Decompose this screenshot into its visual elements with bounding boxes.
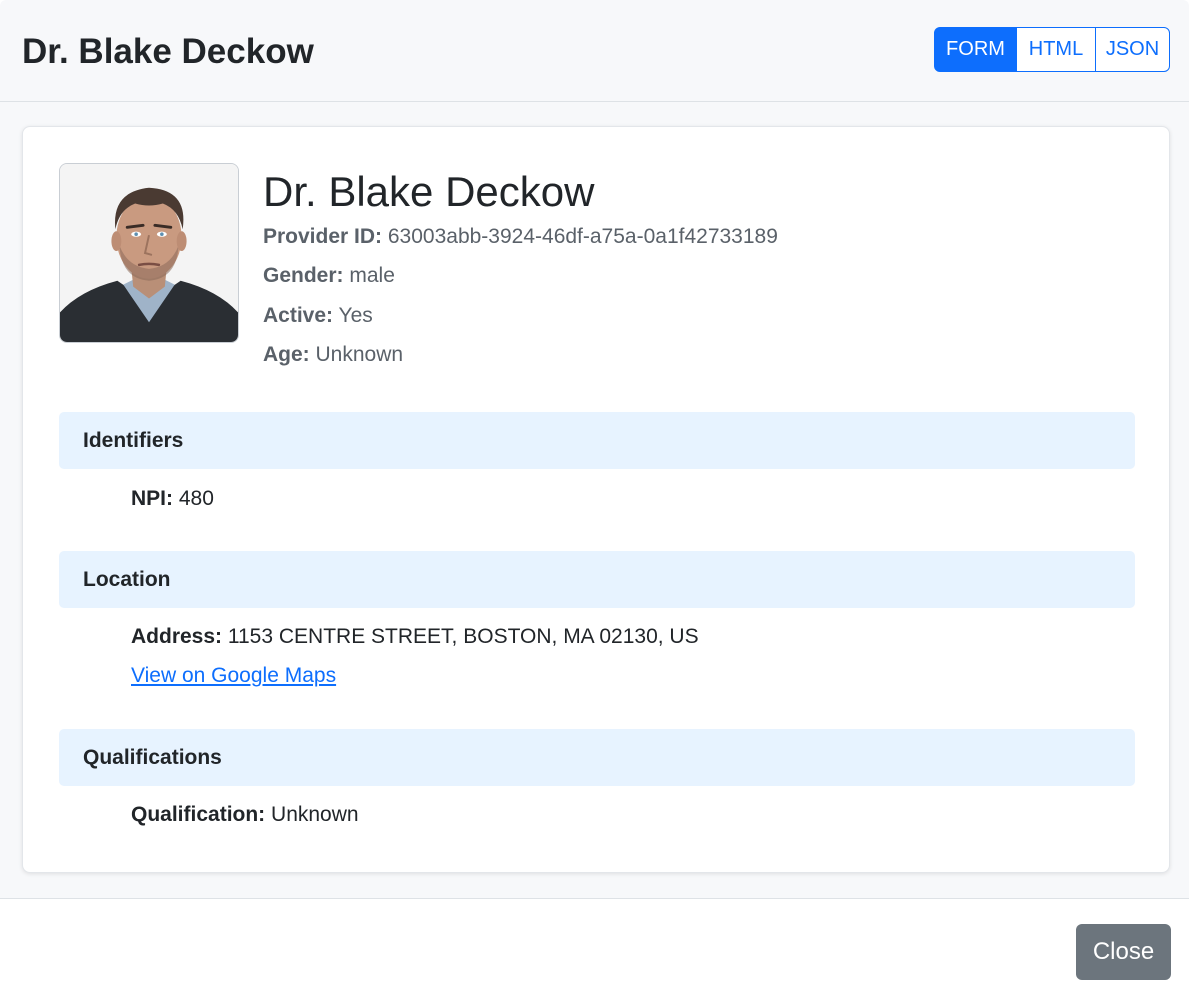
provider-id-value: 63003abb-3924-46df-a75a-0a1f42733189: [387, 225, 778, 248]
gender-value: male: [349, 264, 395, 287]
close-button[interactable]: Close: [1076, 924, 1171, 980]
modal-footer: Close: [0, 898, 1189, 1002]
qualification-row: Qualification: Unknown: [131, 801, 359, 829]
qualification-label: Qualification:: [131, 803, 266, 826]
provider-name: Dr. Blake Deckow: [263, 168, 595, 215]
provider-photo: [59, 163, 239, 343]
provider-modal: Dr. Blake Deckow FORM HTML JSON Dr. Blak…: [0, 0, 1189, 1002]
view-toggle-group: FORM HTML JSON: [934, 27, 1170, 72]
address-row: Address: 1153 CENTRE STREET, BOSTON, MA …: [131, 623, 699, 651]
html-view-button[interactable]: HTML: [1016, 27, 1096, 72]
provider-id-row: Provider ID: 63003abb-3924-46df-a75a-0a1…: [263, 223, 778, 251]
active-row: Active: Yes: [263, 302, 373, 330]
age-label: Age:: [263, 343, 310, 366]
provider-id-label: Provider ID:: [263, 225, 383, 248]
provider-card: Dr. Blake Deckow Provider ID: 63003abb-3…: [22, 126, 1170, 873]
google-maps-link[interactable]: View on Google Maps: [131, 662, 336, 690]
npi-row: NPI: 480: [131, 485, 214, 513]
address-label: Address:: [131, 625, 223, 648]
json-view-button[interactable]: JSON: [1095, 27, 1170, 72]
age-row: Age: Unknown: [263, 341, 403, 369]
age-value: Unknown: [315, 343, 404, 366]
modal-header: Dr. Blake Deckow FORM HTML JSON: [0, 0, 1189, 102]
active-value: Yes: [338, 304, 373, 327]
provider-photo-icon: [60, 164, 238, 342]
gender-label: Gender:: [263, 264, 344, 287]
gender-row: Gender: male: [263, 262, 395, 290]
form-view-button[interactable]: FORM: [934, 27, 1017, 72]
qualifications-section-header: Qualifications: [59, 729, 1135, 786]
identifiers-section-header: Identifiers: [59, 412, 1135, 469]
npi-value: 480: [178, 487, 214, 510]
npi-label: NPI:: [131, 487, 173, 510]
location-section-header: Location: [59, 551, 1135, 608]
active-label: Active:: [263, 304, 334, 327]
qualification-value: Unknown: [271, 803, 359, 826]
address-value: 1153 CENTRE STREET, BOSTON, MA 02130, US: [227, 625, 699, 648]
modal-body: Dr. Blake Deckow Provider ID: 63003abb-3…: [0, 102, 1189, 898]
modal-title: Dr. Blake Deckow: [22, 32, 314, 71]
